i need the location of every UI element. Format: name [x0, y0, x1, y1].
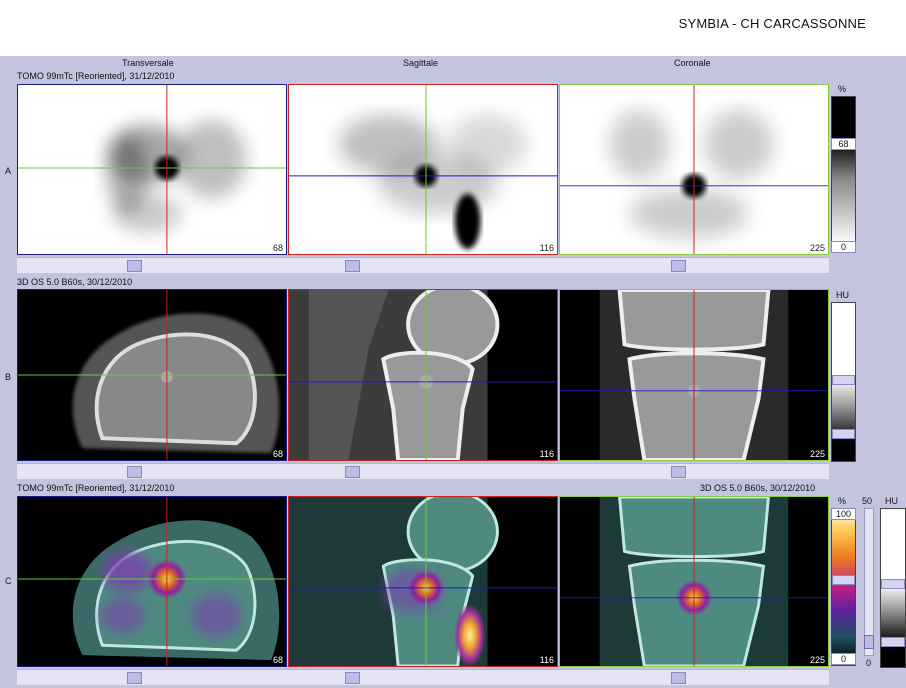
row-a-sagittal-thumb[interactable] [345, 260, 360, 272]
row-a-grayscale-colorbar[interactable] [831, 96, 856, 246]
row-c-sagittal-slice-number: 116 [539, 655, 554, 665]
row-b-transversal-view[interactable]: 68 [17, 289, 287, 461]
row-c-ct-colorbar[interactable] [880, 508, 906, 668]
row-c-transversal-fused-view[interactable]: 68 [17, 496, 287, 667]
row-c-scale-bottom-value[interactable]: 0 [831, 653, 856, 665]
row-c-coronal-fused-view[interactable]: 225 [559, 496, 829, 667]
row-c-series-label-right: 3D OS 5.0 B60s, 30/12/2010 [700, 483, 816, 493]
row-c-threshold-handle[interactable] [832, 575, 855, 585]
row-b-label: B [5, 372, 12, 382]
row-c-sagittal-fused-view[interactable]: 116 [288, 496, 558, 667]
row-a-series-label: TOMO 99mTc [Reoriented], 31/12/2010 [17, 71, 175, 81]
row-a-transversal-view[interactable]: 68 [17, 84, 287, 255]
title-bar: SYMBIA - CH CARCASSONNE [0, 0, 906, 56]
row-b-window-upper-handle[interactable] [832, 375, 855, 385]
row-b-scale-unit: HU [836, 290, 849, 300]
row-b-transversal-slice-number: 68 [272, 449, 283, 459]
row-c-scale-unit: % [838, 496, 847, 506]
row-a-coronal-thumb[interactable] [671, 260, 686, 272]
row-c-blend-slider[interactable] [864, 508, 874, 656]
row-c-blend-bottom-value: 0 [866, 658, 872, 668]
row-c-transversal-slice-number: 68 [272, 655, 283, 665]
row-a-label: A [5, 166, 12, 176]
column-header-sagittal: Sagittale [403, 58, 439, 68]
row-c-blend-top-value: 50 [862, 496, 873, 506]
row-a-coronal-slice-number: 225 [809, 243, 825, 253]
column-header-transversal: Transversale [122, 58, 174, 68]
row-c-slice-slider[interactable] [17, 669, 829, 685]
row-b-ct-colorbar[interactable] [831, 302, 856, 462]
row-c-ct-scale-unit: HU [885, 496, 898, 506]
row-c-label: C [5, 576, 12, 586]
row-b-sagittal-thumb[interactable] [345, 466, 360, 478]
row-a-transversal-slice-number: 68 [272, 243, 283, 253]
row-a-scale-bottom-value[interactable]: 0 [831, 241, 856, 253]
row-c-hot-metal-colorbar[interactable] [831, 508, 856, 666]
row-a-transversal-thumb[interactable] [127, 260, 142, 272]
row-c-series-label-left: TOMO 99mTc [Reoriented], 31/12/2010 [17, 483, 175, 493]
row-a-slice-slider[interactable] [17, 257, 829, 273]
row-c-transversal-thumb[interactable] [127, 672, 142, 684]
row-b-coronal-slice-number: 225 [809, 449, 825, 459]
row-b-series-label: 3D OS 5.0 B60s, 30/12/2010 [17, 277, 133, 287]
row-c-ct-window-upper-handle[interactable] [881, 579, 905, 589]
row-b-coronal-view[interactable]: 225 [559, 289, 829, 461]
row-a-scale-top-value[interactable]: 68 [831, 138, 856, 150]
row-b-transversal-thumb[interactable] [127, 466, 142, 478]
row-b-coronal-thumb[interactable] [671, 466, 686, 478]
app-title: SYMBIA - CH CARCASSONNE [678, 16, 866, 31]
row-a-sagittal-view[interactable]: 116 [288, 84, 558, 255]
row-a-coronal-view[interactable]: 225 [559, 84, 829, 255]
row-c-blend-slider-thumb[interactable] [864, 635, 874, 649]
row-c-ct-window-lower-handle[interactable] [881, 637, 905, 647]
row-c-coronal-slice-number: 225 [809, 655, 825, 665]
column-header-coronal: Coronale [674, 58, 711, 68]
row-b-window-lower-handle[interactable] [832, 429, 855, 439]
row-c-coronal-thumb[interactable] [671, 672, 686, 684]
row-c-sagittal-thumb[interactable] [345, 672, 360, 684]
row-a-scale-unit: % [838, 84, 847, 94]
row-b-sagittal-view[interactable]: 116 [288, 289, 558, 461]
row-a-sagittal-slice-number: 116 [539, 243, 554, 253]
row-c-scale-top-value[interactable]: 100 [831, 508, 856, 520]
row-b-sagittal-slice-number: 116 [539, 449, 554, 459]
viewer-workspace: Transversale Sagittale Coronale TOMO 99m… [0, 56, 906, 688]
row-b-slice-slider[interactable] [17, 463, 829, 479]
